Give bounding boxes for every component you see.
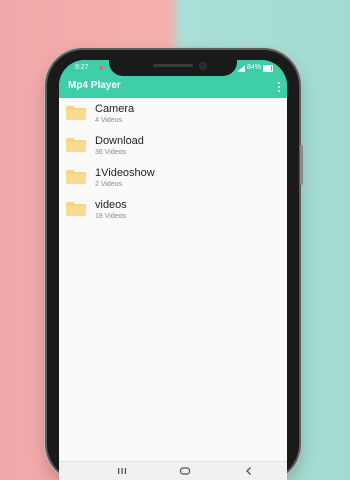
signal-icon bbox=[236, 64, 245, 72]
folder-video-count: 2 Videos bbox=[95, 181, 123, 188]
folder-name: 1Videoshow bbox=[95, 167, 155, 179]
notch bbox=[109, 60, 237, 76]
battery-icon bbox=[263, 64, 273, 72]
app-title: Mp4 Player bbox=[68, 80, 121, 91]
folder-name: Camera bbox=[95, 103, 135, 115]
phone-screen: 9:27 84% Mp4 Player Camera 4 Videos Down… bbox=[59, 60, 287, 480]
notification-dot-icon bbox=[99, 66, 103, 70]
home-icon[interactable] bbox=[178, 466, 192, 476]
power-button bbox=[300, 145, 303, 185]
folder-icon bbox=[66, 106, 86, 120]
front-camera bbox=[199, 62, 207, 70]
recent-apps-icon[interactable] bbox=[115, 466, 129, 476]
folder-icon bbox=[66, 202, 86, 216]
folder-item-1videoshow[interactable]: 1Videoshow 2 Videos bbox=[59, 162, 287, 194]
battery-percentage: 84% bbox=[246, 64, 261, 71]
app-bar: Mp4 Player bbox=[59, 76, 287, 98]
phone-frame: 9:27 84% Mp4 Player Camera 4 Videos Down… bbox=[47, 50, 303, 480]
folder-item-videos[interactable]: videos 18 Videos bbox=[59, 194, 287, 226]
folder-name: videos bbox=[95, 199, 127, 211]
speaker-grille bbox=[153, 64, 193, 67]
more-vert-icon[interactable] bbox=[277, 80, 281, 94]
folder-item-camera[interactable]: Camera 4 Videos bbox=[59, 98, 287, 130]
system-navigation-bar bbox=[59, 461, 287, 480]
folder-list: Camera 4 Videos Download 36 Videos 1Vide… bbox=[59, 98, 287, 462]
folder-icon bbox=[66, 138, 86, 152]
status-time: 9:27 bbox=[75, 64, 89, 71]
folder-name: Download bbox=[95, 135, 144, 147]
folder-item-download[interactable]: Download 36 Videos bbox=[59, 130, 287, 162]
back-icon[interactable] bbox=[242, 466, 256, 476]
folder-video-count: 36 Videos bbox=[95, 149, 127, 156]
folder-video-count: 18 Videos bbox=[95, 213, 127, 220]
folder-video-count: 4 Videos bbox=[95, 117, 123, 124]
folder-icon bbox=[66, 170, 86, 184]
